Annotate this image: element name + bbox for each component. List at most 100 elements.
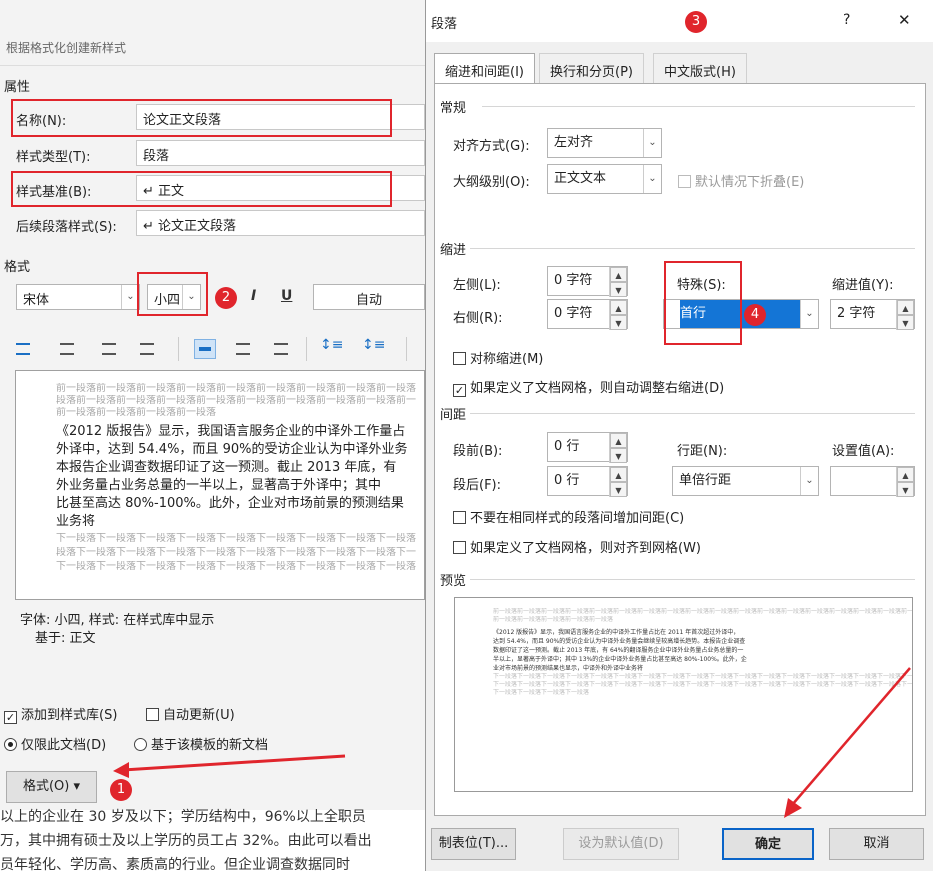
line-spacing-double-icon[interactable] xyxy=(274,343,288,355)
spin-down-icon[interactable]: ▼ xyxy=(610,448,627,463)
add-to-gallery-checkbox[interactable]: ✓ 添加到样式库(S) xyxy=(4,704,117,724)
help-icon[interactable]: ? xyxy=(843,12,850,28)
ok-button[interactable]: 确定 xyxy=(722,828,814,860)
align-left-icon[interactable] xyxy=(16,343,30,355)
spin-down-icon[interactable]: ▼ xyxy=(610,482,627,497)
pv-prev-line: 前一段落前一段落前一段落前一段落前一段落 xyxy=(493,616,614,623)
increase-spacing-icon[interactable]: ↕≡ xyxy=(320,337,343,353)
line-spacing-15-icon[interactable] xyxy=(236,343,250,355)
divider xyxy=(470,248,915,249)
badge-3: 3 xyxy=(685,11,707,33)
font-value: 宋体 xyxy=(23,293,50,308)
spin-down-icon[interactable]: ▼ xyxy=(897,315,914,330)
snap-grid-checkbox[interactable]: 如果定义了文档网格，则对齐到网格(W) xyxy=(453,537,701,556)
decrease-spacing-icon[interactable]: ↕≡ xyxy=(362,337,385,353)
toolbar-divider xyxy=(178,337,179,361)
spin-up-icon[interactable]: ▲ xyxy=(610,467,627,482)
spinner[interactable]: ▲ ▼ xyxy=(609,300,627,330)
cancel-button[interactable]: 取消 xyxy=(829,828,924,860)
auto-adjust-checkbox[interactable]: ✓ 如果定义了文档网格，则自动调整右缩进(D) xyxy=(453,377,724,397)
preview-prev-line: 段落前一段落前一段落前一段落前一段落前一段落前一段落前一段落前一段落前一 xyxy=(56,395,416,406)
spin-up-icon[interactable]: ▲ xyxy=(897,300,914,315)
tab-indent-spacing[interactable]: 缩进和间距(I) xyxy=(434,53,535,83)
toolbar-divider xyxy=(306,337,307,361)
alignment-label: 对齐方式(G): xyxy=(453,139,530,154)
align-center-icon[interactable] xyxy=(60,343,74,355)
checkbox-empty-icon xyxy=(678,175,691,188)
spin-down-icon[interactable]: ▼ xyxy=(610,315,627,330)
spacing-heading: 间距 xyxy=(440,408,467,423)
pv-prev-line: 前一段落前一段落前一段落前一段落前一段落前一段落前一段落前一段落前一段落前一段落… xyxy=(493,608,912,615)
color-select[interactable]: 自动 xyxy=(313,284,425,310)
radio-selected-icon xyxy=(4,738,17,751)
font-select[interactable]: 宋体 ⌄ xyxy=(16,284,140,310)
set-default-button[interactable]: 设为默认值(D) xyxy=(563,828,679,860)
left-indent-value: 0 字符 xyxy=(554,273,593,288)
no-space-label: 不要在相同样式的段落间增加间距(C) xyxy=(470,511,685,526)
alignment-toolbar: ↕≡ ↕≡ xyxy=(16,335,425,365)
title-divider xyxy=(0,65,425,66)
at-input[interactable]: ▲ ▼ xyxy=(830,466,915,497)
no-space-checkbox[interactable]: 不要在相同样式的段落间增加间距(C) xyxy=(453,507,684,526)
mirror-indent-checkbox[interactable]: 对称缩进(M) xyxy=(453,348,543,367)
italic-button[interactable]: I xyxy=(251,288,256,304)
spacing-before-input[interactable]: 0 行 ▲ ▼ xyxy=(547,432,628,463)
highlight-special xyxy=(664,261,742,345)
style-type-select[interactable]: 段落 xyxy=(136,140,425,166)
only-this-doc-radio[interactable]: 仅限此文档(D) xyxy=(4,734,106,753)
spinner[interactable]: ▲ ▼ xyxy=(609,467,627,497)
divider xyxy=(470,413,915,414)
close-icon[interactable]: ✕ xyxy=(898,11,911,29)
format-button[interactable]: 格式(O) ▾ xyxy=(6,771,97,803)
justify-icon[interactable] xyxy=(140,343,154,355)
spinner[interactable]: ▲ ▼ xyxy=(896,467,914,497)
line-spacing-value: 单倍行距 xyxy=(679,473,732,488)
spin-up-icon[interactable]: ▲ xyxy=(897,467,914,482)
next-style-select[interactable]: ↵ 论文正文段落 xyxy=(136,210,425,236)
auto-update-label: 自动更新(U) xyxy=(163,708,235,723)
tab-line-page-breaks[interactable]: 换行和分页(P) xyxy=(539,53,644,83)
spacing-after-value: 0 行 xyxy=(554,473,580,488)
indent-by-input[interactable]: 2 字符 ▲ ▼ xyxy=(830,299,915,330)
checkbox-checked-icon: ✓ xyxy=(453,384,466,397)
style-type-label: 样式类型(T): xyxy=(16,150,91,165)
add-to-gallery-label: 添加到样式库(S) xyxy=(21,708,118,723)
preview-prev-line: 前一段落前一段落前一段落前一段落 xyxy=(56,407,216,418)
checkbox-empty-icon xyxy=(453,352,466,365)
style-description-line2: 基于: 正文 xyxy=(35,631,96,646)
format-heading: 格式 xyxy=(4,260,31,275)
style-description-line1: 字体: 小四, 样式: 在样式库中显示 xyxy=(20,613,215,628)
spin-up-icon[interactable]: ▲ xyxy=(610,300,627,315)
spin-up-icon[interactable]: ▲ xyxy=(610,267,627,282)
properties-heading: 属性 xyxy=(4,80,31,95)
spacing-before-value: 0 行 xyxy=(554,439,580,454)
spinner[interactable]: ▲ ▼ xyxy=(609,267,627,297)
line-spacing-single-icon[interactable] xyxy=(194,339,216,359)
spin-up-icon[interactable]: ▲ xyxy=(610,433,627,448)
line-spacing-select[interactable]: 单倍行距 ⌄ xyxy=(672,466,819,496)
auto-update-checkbox[interactable]: 自动更新(U) xyxy=(146,704,235,723)
tabs-button[interactable]: 制表位(T)... xyxy=(431,828,516,860)
spin-down-icon[interactable]: ▼ xyxy=(610,282,627,297)
preview-heading: 预览 xyxy=(440,574,467,589)
badge-2: 2 xyxy=(215,287,237,309)
collapse-checkbox[interactable]: 默认情况下折叠(E) xyxy=(678,171,804,190)
preview-body-line: 业务将 xyxy=(56,514,96,529)
spin-down-icon[interactable]: ▼ xyxy=(897,482,914,497)
left-indent-input[interactable]: 0 字符 ▲ ▼ xyxy=(547,266,628,297)
underline-button[interactable]: U xyxy=(281,288,292,304)
align-right-icon[interactable] xyxy=(102,343,116,355)
right-indent-input[interactable]: 0 字符 ▲ ▼ xyxy=(547,299,628,330)
arrow-to-format-icon xyxy=(113,754,346,778)
at-label: 设置值(A): xyxy=(832,444,895,459)
spinner[interactable]: ▲ ▼ xyxy=(609,433,627,463)
alignment-select[interactable]: 左对齐 ⌄ xyxy=(547,128,662,158)
divider xyxy=(470,579,915,580)
alignment-value: 左对齐 xyxy=(554,135,594,150)
outline-level-select[interactable]: 正文文本 ⌄ xyxy=(547,164,662,194)
tab-asian-typography[interactable]: 中文版式(H) xyxy=(653,53,747,83)
checkbox-checked-icon: ✓ xyxy=(4,711,17,724)
style-preview: 前一段落前一段落前一段落前一段落前一段落前一段落前一段落前一段落前一段落 段落前… xyxy=(15,370,425,600)
spinner[interactable]: ▲ ▼ xyxy=(896,300,914,330)
spacing-after-input[interactable]: 0 行 ▲ ▼ xyxy=(547,466,628,497)
